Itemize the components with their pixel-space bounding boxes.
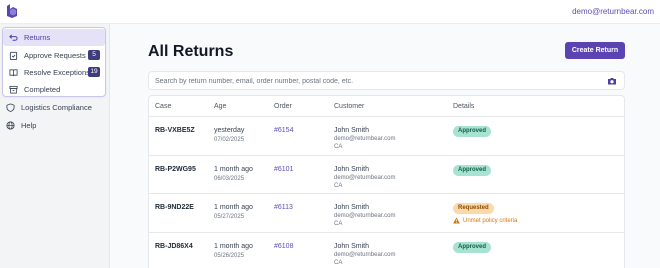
return-date: 05/27/2025	[214, 214, 245, 220]
table-row[interactable]: RB-P2WG95 1 month ago 06/03/2025 #6101 J…	[149, 156, 624, 194]
sidebar-item-resolve-exceptions[interactable]: Resolve Exceptions 19	[3, 64, 105, 81]
return-date: 07/02/2025	[214, 137, 245, 143]
customer-email: demo@returnbear.com	[334, 174, 396, 181]
return-age: 1 month ago	[214, 165, 253, 173]
table-header: Case Age Order Customer Details	[149, 96, 624, 117]
customer-name: John Smith	[334, 165, 370, 173]
shield-icon	[6, 103, 15, 112]
main-content: All Returns Create Return Case Age Order…	[110, 24, 660, 268]
column-header-age[interactable]: Age	[214, 103, 226, 110]
return-age: 1 month ago	[214, 204, 253, 211]
order-link[interactable]: #6154	[274, 127, 293, 134]
return-date: 05/26/2025	[214, 252, 245, 259]
customer-email: demo@returnbear.com	[334, 213, 396, 219]
returns-table: Case Age Order Customer Details RB-VXBE5…	[148, 95, 625, 268]
resolve-exceptions-count-badge: 19	[88, 67, 100, 77]
column-header-customer[interactable]: Customer	[334, 103, 364, 110]
status-badge: Requested	[453, 203, 494, 214]
sidebar-item-returns[interactable]: Returns	[3, 29, 105, 46]
customer-region: CA	[334, 221, 343, 227]
policy-warning: Unmet policy criteria	[453, 217, 517, 224]
sidebar-item-label: Logistics Compliance	[21, 103, 92, 112]
case-number[interactable]: RB-9ND22E	[155, 204, 194, 211]
status-badge: Approved	[453, 126, 492, 137]
table-row[interactable]: RB-9ND22E 1 month ago 05/27/2025 #6113 J…	[149, 194, 624, 233]
clipboard-check-icon	[9, 51, 18, 60]
book-icon	[9, 68, 18, 77]
column-header-details[interactable]: Details	[453, 103, 474, 110]
sidebar-item-help[interactable]: Help	[0, 117, 109, 134]
top-bar: demo@returnbear.com	[0, 0, 660, 24]
sidebar-item-approve-requests[interactable]: Approve Requests 5	[3, 47, 105, 64]
policy-warning-text: Unmet policy criteria	[463, 217, 518, 224]
table-row[interactable]: RB-VXBE5Z yesterday 07/02/2025 #6154 Joh…	[149, 117, 624, 156]
status-badge: Approved	[453, 164, 492, 176]
create-return-button[interactable]: Create Return	[565, 42, 625, 59]
sidebar-item-label: Help	[21, 121, 37, 130]
sidebar: Returns Approve Requests 5 Resolve Excep…	[0, 24, 110, 268]
approve-requests-count-badge: 5	[88, 50, 100, 60]
order-link[interactable]: #6113	[274, 204, 293, 211]
globe-icon	[6, 121, 15, 130]
order-link[interactable]: #6108	[274, 243, 293, 250]
status-badge: Approved	[453, 241, 492, 253]
warning-icon	[453, 217, 460, 224]
return-age: yesterday	[214, 127, 245, 134]
returns-nav-group: Returns Approve Requests 5 Resolve Excep…	[2, 27, 106, 97]
sidebar-item-completed[interactable]: Completed	[3, 81, 105, 98]
customer-region: CA	[334, 182, 343, 189]
column-header-case[interactable]: Case	[155, 103, 171, 110]
customer-region: CA	[334, 144, 343, 150]
sidebar-item-label: Approve Requests	[24, 51, 86, 60]
table-row[interactable]: RB-JD86X4 1 month ago 05/26/2025 #6108 J…	[149, 233, 624, 268]
customer-email: demo@returnbear.com	[334, 251, 396, 258]
sidebar-item-label: Completed	[24, 85, 61, 94]
customer-name: John Smith	[334, 204, 370, 211]
sidebar-item-label: Resolve Exceptions	[24, 68, 90, 77]
case-number[interactable]: RB-P2WG95	[155, 166, 196, 173]
page-title: All Returns	[148, 43, 234, 60]
customer-email: demo@returnbear.com	[334, 136, 396, 142]
user-email-link[interactable]: demo@returnbear.com	[572, 7, 654, 16]
search-input[interactable]	[155, 74, 595, 88]
column-header-order[interactable]: Order	[274, 103, 292, 110]
customer-name: John Smith	[334, 127, 370, 134]
customer-region: CA	[334, 259, 343, 266]
order-link[interactable]: #6101	[274, 166, 293, 173]
customer-name: John Smith	[334, 242, 370, 250]
camera-icon[interactable]	[607, 76, 617, 86]
returnbear-logo-icon[interactable]	[6, 4, 18, 18]
case-number[interactable]: RB-VXBE5Z	[155, 127, 195, 134]
archive-icon	[9, 85, 18, 94]
return-age: 1 month ago	[214, 242, 253, 250]
search-bar	[148, 71, 625, 90]
case-number[interactable]: RB-JD86X4	[155, 243, 193, 250]
return-arrow-icon	[9, 33, 18, 42]
return-date: 06/03/2025	[214, 175, 245, 182]
sidebar-item-label: Returns	[24, 33, 51, 42]
sidebar-item-logistics-compliance[interactable]: Logistics Compliance	[0, 99, 109, 116]
